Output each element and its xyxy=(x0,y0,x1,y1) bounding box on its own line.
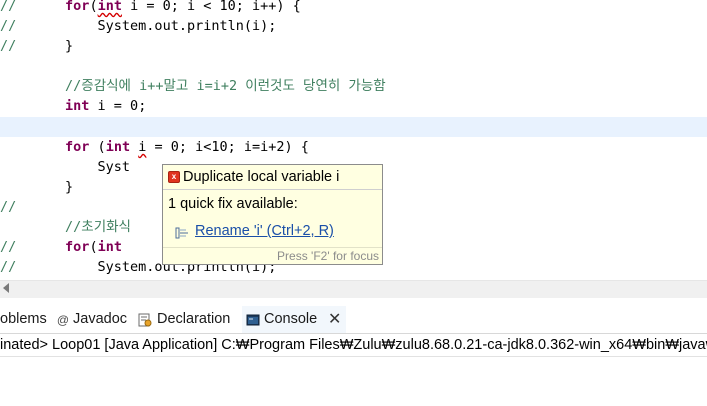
focus-hint: Press 'F2' for focus xyxy=(277,249,379,263)
code-token: // xyxy=(0,239,17,255)
tab-console-label: Console xyxy=(264,311,318,327)
code-token: Syst xyxy=(0,159,131,175)
tab-problems-label: oblems xyxy=(0,311,47,327)
code-token: } xyxy=(0,179,74,195)
code-token: for xyxy=(65,0,90,14)
panel-tab-bar: oblems @ Javadoc Declaration Console ✕ xyxy=(0,306,707,334)
code-line[interactable]: int i = 0; xyxy=(0,96,707,116)
code-token: = 0; i<10; i=i+2) { xyxy=(146,139,309,155)
code-token: i = 0; xyxy=(89,98,147,114)
hover-title-row: x Duplicate local variable i xyxy=(163,165,382,190)
tab-console[interactable]: Console ✕ xyxy=(242,306,346,333)
hover-footer: Press 'F2' for focus xyxy=(163,247,382,265)
tab-javadoc-label: Javadoc xyxy=(73,311,128,327)
code-token: System.out.println(i); xyxy=(16,18,277,34)
code-line[interactable]: // for(int i = 0; i < 10; i++) { xyxy=(0,0,707,16)
code-token: ( xyxy=(89,139,106,155)
code-token: for xyxy=(65,239,90,255)
tab-declaration[interactable]: Declaration xyxy=(136,306,240,333)
code-token: //증감식에 i++말고 i=i+2 이런것도 당연히 가능함 xyxy=(65,78,386,94)
code-token: int xyxy=(65,98,90,114)
code-line[interactable]: // System.out.println(i); xyxy=(0,16,707,36)
declaration-icon xyxy=(138,313,152,327)
code-token: ( xyxy=(89,239,98,255)
tab-problems[interactable]: oblems xyxy=(0,306,50,333)
javadoc-icon: @ xyxy=(56,313,70,327)
tab-javadoc[interactable]: @ Javadoc xyxy=(54,306,134,333)
tab-declaration-label: Declaration xyxy=(157,311,231,327)
code-token: // xyxy=(0,259,17,275)
scroll-left-icon[interactable] xyxy=(3,283,9,293)
code-token: int xyxy=(105,139,131,155)
console-status-line: inated> Loop01 [Java Application] C:₩Pro… xyxy=(0,334,707,357)
problem-message: Duplicate local variable i xyxy=(183,169,340,185)
code-token: i = 0; i < 10; i++) { xyxy=(121,0,301,14)
console-icon xyxy=(246,313,260,327)
code-token: } xyxy=(16,38,74,54)
horizontal-scrollbar[interactable] xyxy=(0,280,707,298)
error-icon: x xyxy=(168,171,180,183)
code-line[interactable]: // } xyxy=(0,36,707,56)
code-token: ( xyxy=(89,0,98,14)
code-token: // xyxy=(0,38,17,54)
code-token: // xyxy=(0,199,17,215)
code-line[interactable]: for (int i = 0; i<10; i=i+2) { xyxy=(0,137,707,157)
code-token: // xyxy=(0,0,17,14)
rename-quick-fix-link[interactable]: Rename 'i' (Ctrl+2, R) xyxy=(195,220,334,242)
code-token: //초기화식 xyxy=(65,219,131,235)
current-line[interactable] xyxy=(0,117,707,137)
quick-fix-hover[interactable]: x Duplicate local variable i 1 quick fix… xyxy=(162,164,383,265)
rename-icon xyxy=(175,226,189,239)
close-icon[interactable]: ✕ xyxy=(328,306,341,333)
quick-fix-count: 1 quick fix available: xyxy=(168,196,298,212)
code-token: for xyxy=(65,139,90,155)
code-token: int xyxy=(97,0,122,14)
code-line[interactable]: //증감식에 i++말고 i=i+2 이런것도 당연히 가능함 xyxy=(0,76,707,96)
code-token: int xyxy=(97,239,122,255)
code-token: // xyxy=(0,18,17,34)
